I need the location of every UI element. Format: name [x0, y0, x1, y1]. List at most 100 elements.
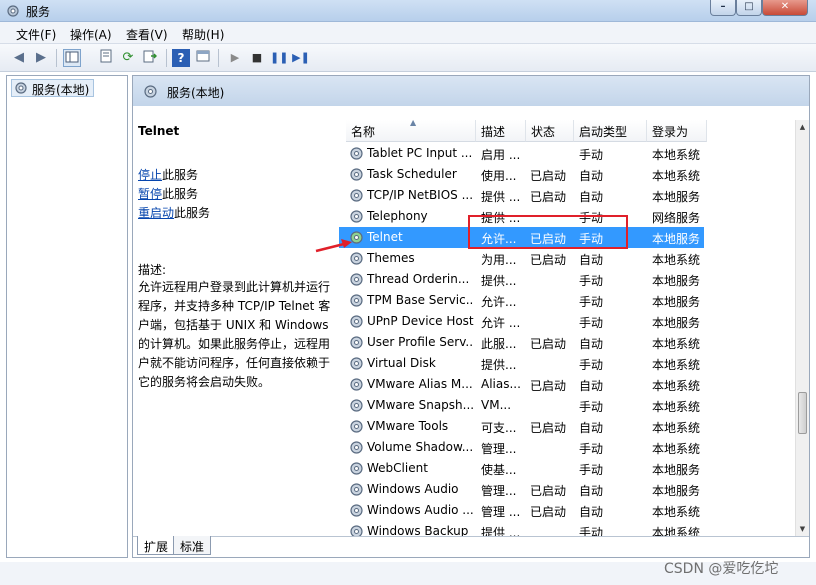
menu-action[interactable]: 操作(A) — [70, 26, 112, 43]
service-gear-icon — [350, 399, 363, 412]
tree-item-label: 服务(本地) — [32, 83, 90, 97]
table-row[interactable]: Windows Audio 管理... 已启动 自动 本地服务 — [339, 479, 704, 500]
table-row[interactable]: VMware Alias M... Alias... 已启动 自动 本地系统 — [339, 374, 704, 395]
action-suffix: 此服务 — [174, 206, 211, 220]
table-row[interactable]: TCP/IP NetBIOS ... 提供 ... 已启动 自动 本地服务 — [339, 185, 704, 206]
scroll-thumb[interactable] — [798, 392, 807, 434]
restart-link[interactable]: 重启动 — [138, 206, 174, 220]
service-startup-type: 手动 — [579, 442, 604, 456]
menu-file[interactable]: 文件(F) — [16, 26, 56, 43]
service-gear-icon — [350, 420, 363, 433]
toolbar-separator — [56, 49, 57, 67]
close-button[interactable]: ✕ — [762, 0, 808, 16]
forward-icon[interactable]: ▶ — [32, 49, 50, 67]
description-pane: Telnet 停止此服务 暂停此服务 重启动此服务 描述: 允许远程用户登录到此… — [133, 106, 339, 536]
table-row[interactable]: VMware Snapsh... VM... 手动 本地系统 — [339, 395, 704, 416]
refresh-icon[interactable]: ⟳ — [119, 49, 137, 67]
service-name: VMware Snapsh... — [367, 398, 474, 412]
table-row[interactable]: Thread Orderin... 提供... 手动 本地服务 — [339, 269, 704, 290]
service-description: 此服... — [481, 337, 517, 351]
service-gear-icon — [350, 210, 363, 223]
service-startup-type: 自动 — [579, 169, 604, 183]
toolbar-separator — [166, 49, 167, 67]
service-name: Tablet PC Input ... — [367, 146, 473, 160]
service-description: 使基... — [481, 463, 517, 477]
service-startup-type: 自动 — [579, 190, 604, 204]
service-gear-icon — [350, 441, 363, 454]
service-logon-as: 本地系统 — [652, 337, 701, 351]
action-suffix: 此服务 — [162, 187, 199, 201]
service-name: TCP/IP NetBIOS ... — [367, 188, 474, 202]
tree-item-services-local[interactable]: 服务(本地) — [11, 79, 95, 97]
toolbar-separator — [218, 49, 219, 67]
pause-service-icon[interactable]: ❚❚ — [270, 49, 288, 67]
column-header-name[interactable]: 名称 ▲ — [346, 118, 476, 142]
table-row[interactable]: TPM Base Servic... 允许... 手动 本地服务 — [339, 290, 704, 311]
export-list-icon[interactable] — [141, 49, 159, 67]
tab-extended[interactable]: 扩展 — [137, 536, 176, 555]
table-row[interactable]: WebClient 使基... 手动 本地服务 — [339, 458, 704, 479]
table-row[interactable]: VMware Tools 可支... 已启动 自动 本地系统 — [339, 416, 704, 437]
service-logon-as: 本地系统 — [652, 442, 701, 456]
tab-standard[interactable]: 标准 — [173, 536, 212, 555]
back-icon[interactable]: ◀ — [10, 49, 28, 67]
table-row[interactable]: Virtual Disk 提供... 手动 本地系统 — [339, 353, 704, 374]
service-logon-as: 本地服务 — [652, 484, 701, 498]
minimize-button[interactable]: – — [710, 0, 736, 16]
service-startup-type: 手动 — [579, 316, 604, 330]
show-hide-tree-icon[interactable] — [63, 49, 81, 67]
column-label: 描述 — [481, 125, 506, 139]
column-header-status[interactable]: 状态 — [526, 120, 574, 142]
stop-link[interactable]: 停止 — [138, 168, 162, 182]
service-name: Windows Audio ... — [367, 503, 474, 517]
column-header-logon-as[interactable]: 登录为 — [647, 120, 707, 142]
description-label: 描述: — [138, 263, 167, 277]
service-name: UPnP Device Host — [367, 314, 474, 328]
vertical-scrollbar[interactable]: ▲ ▼ — [795, 120, 809, 536]
service-description: 启用 ... — [481, 148, 521, 162]
service-startup-type: 手动 — [579, 274, 604, 288]
properties-icon[interactable] — [97, 49, 115, 67]
service-startup-type: 手动 — [579, 463, 604, 477]
scroll-up-icon[interactable]: ▲ — [796, 120, 809, 134]
table-row[interactable]: Tablet PC Input ... 启用 ... 手动 本地系统 — [339, 143, 704, 164]
table-row[interactable]: Volume Shadow... 管理... 手动 本地系统 — [339, 437, 704, 458]
service-logon-as: 本地服务 — [652, 232, 701, 246]
restart-service-icon[interactable]: ▶❚ — [292, 49, 310, 67]
help-icon[interactable]: ? — [172, 49, 190, 67]
table-row[interactable]: Themes 为用... 已启动 自动 本地系统 — [339, 248, 704, 269]
pause-link[interactable]: 暂停 — [138, 187, 162, 201]
service-gear-icon — [350, 273, 363, 286]
service-status: 已启动 — [530, 169, 567, 183]
watermark: CSDN @爱吃仡坨 — [664, 561, 779, 577]
table-row[interactable]: Windows Audio ... 管理 ... 已启动 自动 本地系统 — [339, 500, 704, 521]
services-gear-icon — [15, 82, 27, 94]
maximize-button[interactable]: □ — [736, 0, 762, 16]
stop-service-icon[interactable]: ■ — [248, 49, 266, 67]
table-row[interactable]: User Profile Serv... 此服... 已启动 自动 本地系统 — [339, 332, 704, 353]
scroll-down-icon[interactable]: ▼ — [796, 522, 809, 536]
service-description: 管理 ... — [481, 505, 521, 519]
service-name: Thread Orderin... — [367, 272, 470, 286]
service-startup-type: 自动 — [579, 484, 604, 498]
service-logon-as: 本地服务 — [652, 316, 701, 330]
console-icon[interactable] — [194, 49, 212, 67]
column-label: 登录为 — [652, 125, 689, 139]
table-row[interactable]: UPnP Device Host 允许 ... 手动 本地服务 — [339, 311, 704, 332]
service-name: Volume Shadow... — [367, 440, 474, 454]
service-description: 提供 ... — [481, 190, 521, 204]
menu-view[interactable]: 查看(V) — [126, 26, 168, 43]
panel-title: 服务(本地) — [167, 86, 225, 100]
service-name: Task Scheduler — [367, 167, 457, 181]
service-logon-as: 本地系统 — [652, 148, 701, 162]
column-header-startup-type[interactable]: 启动类型 — [574, 120, 647, 142]
service-description: 允许... — [481, 295, 517, 309]
column-header-description[interactable]: 描述 — [476, 120, 526, 142]
service-gear-icon — [350, 294, 363, 307]
table-row[interactable]: Task Scheduler 使用... 已启动 自动 本地系统 — [339, 164, 704, 185]
pause-action: 暂停此服务 — [138, 185, 198, 202]
menu-help[interactable]: 帮助(H) — [182, 26, 224, 43]
service-status: 已启动 — [530, 190, 567, 204]
start-service-icon[interactable]: ▶ — [226, 49, 244, 67]
service-startup-type: 手动 — [579, 358, 604, 372]
